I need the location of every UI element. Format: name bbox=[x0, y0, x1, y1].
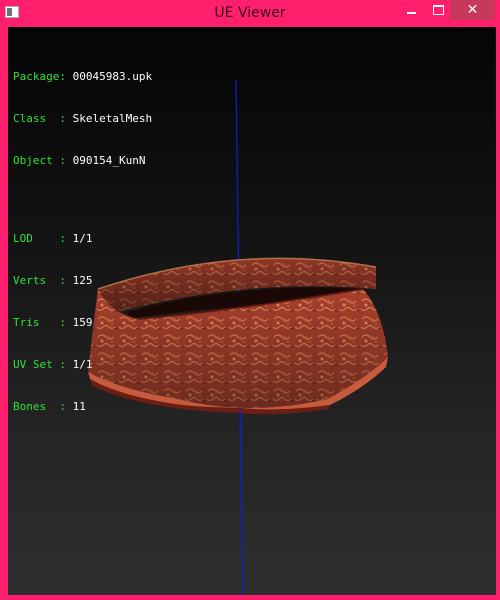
tris-row: Tris : 159 bbox=[13, 316, 152, 330]
close-button[interactable]: ✕ bbox=[450, 0, 495, 20]
vertical-axis-line-front bbox=[239, 409, 244, 595]
app-window: UE Viewer ✕ Package: 00045983.upk Class … bbox=[0, 0, 500, 600]
uvset-value: 1/1 bbox=[72, 358, 93, 371]
verts-value: 125 bbox=[72, 274, 93, 287]
lod-row: LOD : 1/1 bbox=[13, 232, 152, 246]
minimize-button[interactable] bbox=[398, 0, 424, 20]
object-row: Object : 090154_KunN bbox=[13, 154, 152, 168]
class-label: Class : bbox=[13, 112, 66, 125]
tris-value: 159 bbox=[72, 316, 93, 329]
lod-label: LOD : bbox=[13, 232, 66, 245]
tris-label: Tris : bbox=[13, 316, 66, 329]
title-bar[interactable]: UE Viewer ✕ bbox=[0, 0, 500, 26]
maximize-button[interactable] bbox=[424, 0, 450, 20]
package-row: Package: 00045983.upk bbox=[13, 70, 152, 84]
package-label: Package: bbox=[13, 70, 66, 83]
bones-value: 11 bbox=[72, 400, 86, 413]
bones-label: Bones : bbox=[13, 400, 66, 413]
mesh-info-overlay: Package: 00045983.upk Class : SkeletalMe… bbox=[13, 42, 152, 442]
bones-row: Bones : 11 bbox=[13, 400, 152, 414]
verts-row: Verts : 125 bbox=[13, 274, 152, 288]
verts-label: Verts : bbox=[13, 274, 66, 287]
uvset-label: UV Set : bbox=[13, 358, 66, 371]
object-label: Object : bbox=[13, 154, 66, 167]
3d-viewport[interactable]: Package: 00045983.upk Class : SkeletalMe… bbox=[8, 27, 496, 595]
uvset-row: UV Set : 1/1 bbox=[13, 358, 152, 372]
class-value: SkeletalMesh bbox=[72, 112, 153, 125]
lod-value: 1/1 bbox=[72, 232, 93, 245]
object-value: 090154_KunN bbox=[72, 154, 146, 167]
class-row: Class : SkeletalMesh bbox=[13, 112, 152, 126]
package-value: 00045983.upk bbox=[72, 70, 153, 83]
